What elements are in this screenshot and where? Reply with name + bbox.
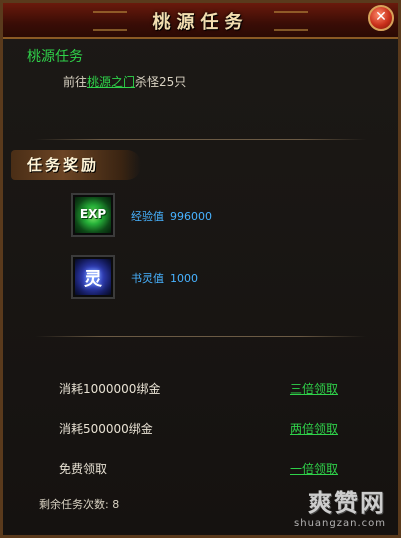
divider-bottom: [35, 336, 366, 337]
reward-text-ling: 书灵值 1000: [131, 270, 198, 286]
claim-cost: 消耗500000绑金: [59, 422, 153, 436]
claim-double-link[interactable]: 两倍领取: [290, 420, 338, 437]
quest-description: 前往桃源之门杀怪25只: [63, 73, 186, 90]
claim-cost: 免费领取: [59, 462, 108, 476]
divider-top: [35, 139, 366, 140]
reward-value: 1000: [170, 272, 198, 285]
title-bar[interactable]: 桃源任务: [3, 3, 398, 39]
exp-icon-text: EXP: [79, 207, 107, 221]
close-button[interactable]: ✕: [368, 5, 394, 31]
quest-window: 桃源任务 ✕ 桃源任务 前往桃源之门杀怪25只 任务奖励 EXP 经验值 9960…: [0, 0, 401, 538]
window-title: 桃源任务: [152, 12, 249, 33]
quest-desc-prefix: 前往: [63, 75, 88, 89]
title-ornament-right: [274, 11, 308, 31]
claim-single-link[interactable]: 一倍领取: [290, 460, 338, 477]
ling-icon[interactable]: 灵: [71, 255, 115, 299]
quest-desc-suffix: 杀怪25只: [135, 75, 187, 89]
watermark-url: shuangzan.com: [294, 518, 386, 529]
reward-banner-label: 任务奖励: [27, 156, 100, 174]
reward-label: 经验值: [131, 210, 164, 223]
reward-value: 996000: [170, 210, 212, 223]
claim-cost: 消耗1000000绑金: [59, 382, 161, 396]
ling-icon-text: 灵: [84, 269, 102, 290]
close-icon: ✕: [375, 9, 387, 25]
remaining-label: 剩余任务次数:: [39, 498, 109, 511]
reward-label: 书灵值: [131, 272, 164, 285]
quest-location-link[interactable]: 桃源之门: [87, 75, 135, 89]
remaining-count: 剩余任务次数: 8: [39, 496, 119, 512]
watermark-logo-text: 爽赞网: [308, 489, 386, 517]
exp-icon[interactable]: EXP: [71, 193, 115, 237]
reward-text-exp: 经验值 996000: [131, 208, 212, 224]
reward-banner: 任务奖励: [11, 150, 141, 180]
quest-name: 桃源任务: [27, 49, 83, 65]
remaining-value: 8: [112, 498, 120, 511]
claim-triple-link[interactable]: 三倍领取: [290, 380, 338, 397]
watermark: 爽赞网 shuangzan.com: [294, 483, 386, 529]
